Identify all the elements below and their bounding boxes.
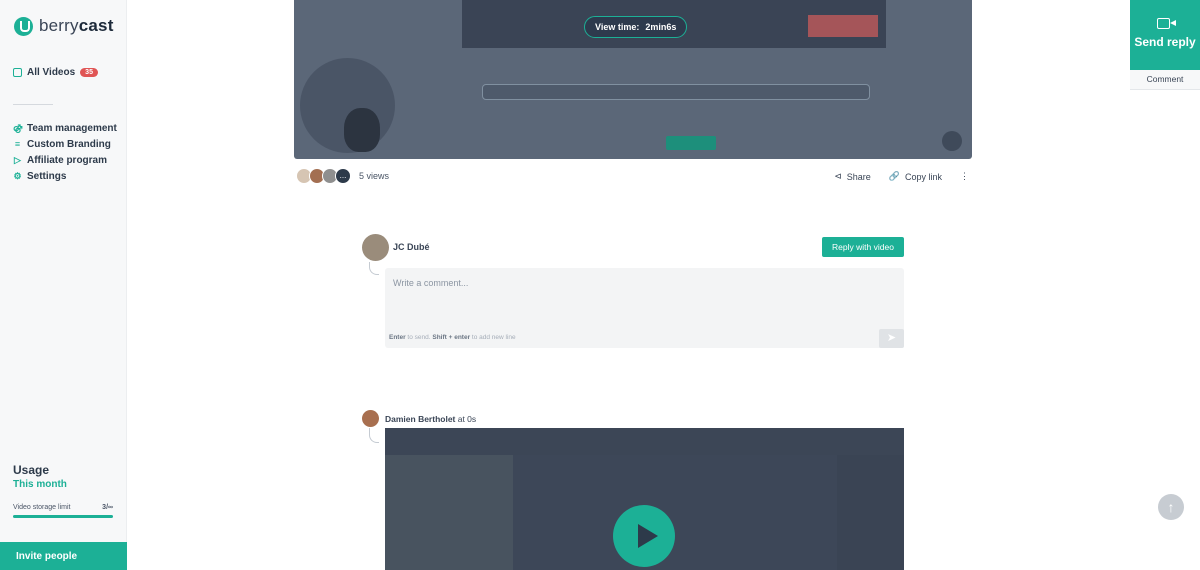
sidebar-item-label: Settings [27,170,67,182]
thread-connector [369,262,379,275]
video-camera-icon [1157,18,1176,29]
video-reply-toolbar [385,428,904,455]
storage-row: Video storage limit 3/∞ [13,504,113,511]
sidebar-divider [13,104,53,105]
video-timeline-preview [482,84,870,100]
share-button[interactable]: ⊲ Share [834,171,871,182]
sidebar-item-affiliate-program[interactable]: ▷ Affiliate program [13,152,117,168]
arrow-up-icon: ↑ [1167,499,1175,515]
team-icon: ⚣ [13,122,23,133]
more-options-button[interactable]: ⋮ [960,171,969,182]
video-content-button [666,136,716,150]
video-actions: ⊲ Share 🔗 Copy link ⋮ [834,171,969,182]
more-viewers-avatar: ... [335,168,351,184]
copy-link-label: Copy link [904,171,942,182]
copy-link-button[interactable]: 🔗 Copy link [889,171,942,182]
link-icon: 🔗 [888,171,900,181]
sidebar-item-label: Team management [27,122,117,134]
sidebar-item-label: Custom Branding [27,138,111,150]
invite-people-button[interactable]: Invite people [0,542,127,570]
play-icon[interactable] [613,505,675,567]
usage-period: This month [13,479,67,490]
video-player[interactable]: View time: 2min6s [294,0,972,159]
gear-icon: ⚙ [13,170,22,181]
send-reply-button[interactable]: Send reply [1130,0,1200,70]
send-comment-button[interactable]: ➤ [879,329,904,348]
app-root: berrycast All Videos 35 ⚣ Team managemen… [0,0,1200,570]
sidebar-item-label: All Videos [27,67,76,78]
share-label: Share [846,171,871,182]
avatar [362,234,389,261]
sidebar-item-label: Affiliate program [27,154,108,166]
reply-with-video-button[interactable]: Reply with video [822,237,904,257]
share-icon: ⊲ [834,171,842,181]
sidebar: berrycast All Videos 35 ⚣ Team managemen… [0,0,127,570]
sidebar-item-settings[interactable]: ⚙ Settings [13,168,117,184]
screen-red-panel [808,15,878,37]
comment-placeholder: Write a comment... [393,278,469,288]
video-reply-player[interactable] [385,428,904,570]
storage-value: 3/∞ [102,504,113,511]
presenter-face [344,108,380,152]
send-reply-label: Send reply [1134,35,1196,49]
comment-input[interactable]: Write a comment... Enter to send. Shift … [385,268,904,348]
comment-hint: Enter to send. Shift + enter to add new … [389,334,516,341]
video-reply-sidebar [385,455,513,570]
comment-author-name: JC Dubé [393,242,430,252]
send-icon: ➤ [886,332,897,344]
thread-connector [369,428,379,443]
video-reply-screen [513,455,837,570]
viewers-row[interactable]: ... 5 views [296,168,389,184]
brand-logo[interactable]: berrycast [14,16,114,36]
view-time-value: 2min6s [645,22,677,32]
sidebar-item-team-management[interactable]: ⚣ Team management [13,120,117,136]
usage-title: Usage [13,463,50,477]
video-reply-right-pane [837,455,904,570]
megaphone-icon: ▷ [14,154,21,165]
storage-label: Video storage limit [13,504,71,511]
sidebar-item-all-videos[interactable]: All Videos 35 [13,67,98,78]
avatar [362,410,379,427]
comment-button[interactable]: Comment [1130,70,1200,90]
views-count: 5 views [359,171,390,181]
sidebar-nav: ⚣ Team management ≡ Custom Branding ▷ Af… [13,120,117,184]
storage-progress-bar [13,515,113,518]
berry-logo-icon [14,16,33,36]
view-time-label: View time: [595,22,640,32]
video-corner-icon[interactable] [942,131,962,151]
usage-panel: Usage This month Video storage limit 3/∞ [13,463,113,518]
sidebar-item-custom-branding[interactable]: ≡ Custom Branding [13,136,117,152]
comment-author: Damien Bertholet at 0s [385,414,477,424]
video-count-badge: 35 [80,68,98,77]
brand-name: berrycast [39,16,114,35]
scroll-to-top-button[interactable]: ↑ [1158,494,1184,520]
sliders-icon: ≡ [14,139,21,149]
view-time-pill: View time: 2min6s [584,16,688,38]
video-library-icon [13,68,22,77]
